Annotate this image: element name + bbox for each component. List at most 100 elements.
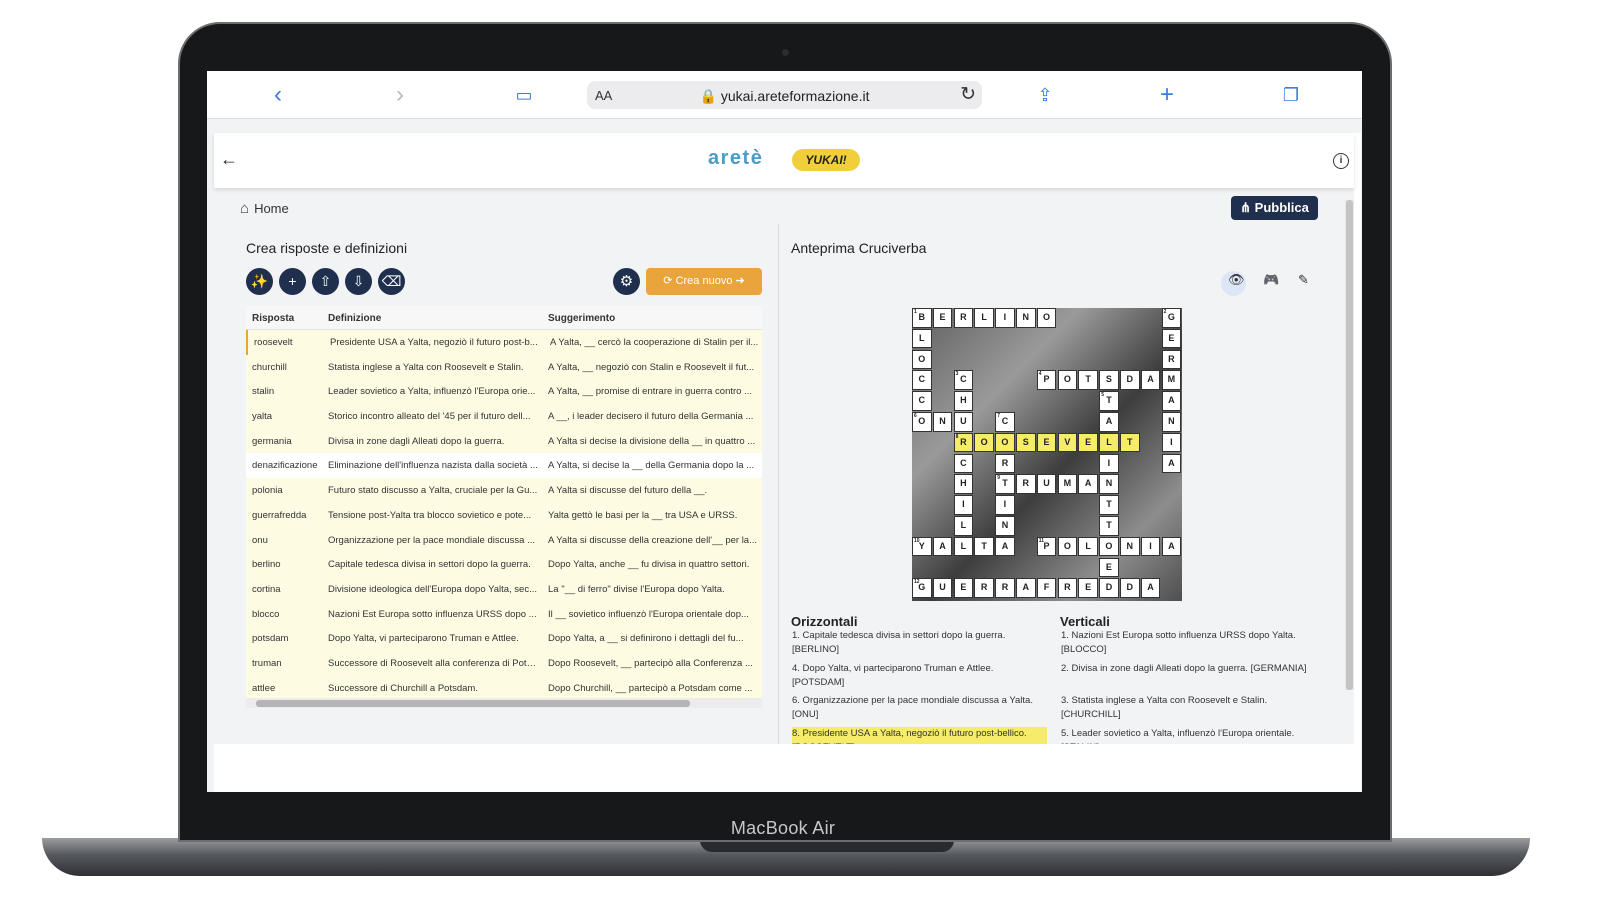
column-risposta[interactable]: Risposta: [252, 313, 324, 324]
crossword-cell[interactable]: C: [912, 370, 932, 390]
crossword-cell[interactable]: A: [1161, 536, 1182, 557]
clue-item[interactable]: 6. Organizzazione per la pace mondiale d…: [792, 694, 1047, 722]
crossword-cell[interactable]: R: [974, 578, 994, 598]
breadcrumb[interactable]: ⌂ Home: [240, 200, 289, 217]
cell-hint[interactable]: Dopo Roosevelt, __ partecipò alla Confer…: [548, 658, 758, 669]
crossword-cell[interactable]: D: [1120, 370, 1140, 390]
crossword-cell[interactable]: T: [1120, 432, 1140, 453]
crossword-cell[interactable]: I: [1140, 536, 1161, 557]
crossword-cell[interactable]: G 12: [912, 578, 932, 598]
crossword-cell[interactable]: I: [995, 495, 1015, 515]
table-row[interactable]: blocco Nazioni Est Europa sotto influenza…: [246, 601, 762, 627]
crossword-cell[interactable]: A: [1078, 474, 1098, 494]
crossword-cell[interactable]: U: [1036, 474, 1057, 494]
table-row[interactable]: potsdam Dopo Yalta, vi parteciparono Trum…: [246, 626, 762, 651]
crossword-cell[interactable]: A: [1016, 578, 1036, 598]
table-scrollbar[interactable]: [246, 698, 762, 708]
crossword-cell[interactable]: H: [953, 474, 974, 494]
cell-definition[interactable]: Eliminazione dell'influenza nazista dall…: [328, 460, 538, 471]
crossword-cell[interactable]: C7: [995, 412, 1015, 432]
clue-item[interactable]: 1. Capitale tedesca divisa in settori do…: [792, 629, 1047, 657]
cell-hint[interactable]: A Yalta si discusse del futuro della __.: [548, 485, 758, 496]
crossword-cell[interactable]: T9: [995, 474, 1015, 494]
crossword-cell[interactable]: Y 10: [912, 536, 932, 557]
crossword-cell[interactable]: N: [1099, 474, 1119, 494]
cell-answer[interactable]: guerrafredda: [252, 510, 324, 521]
cell-answer[interactable]: polonia: [252, 485, 324, 496]
table-row[interactable]: onu Organizzazione per la pace mondiale d…: [246, 527, 762, 553]
table-row[interactable]: yalta Storico incontro alleato del '45 pe…: [246, 404, 762, 429]
crossword-cell[interactable]: I: [1161, 432, 1182, 453]
crossword-cell[interactable]: P4: [1036, 370, 1057, 390]
crossword-cell[interactable]: T: [1099, 495, 1119, 515]
forward-icon[interactable]: ›: [388, 83, 412, 107]
crossword-cell[interactable]: A: [1099, 412, 1119, 432]
cell-hint[interactable]: Dopo Churchill, __ partecipò a Potsdam c…: [548, 683, 758, 694]
crossword-cell[interactable]: F: [1036, 578, 1057, 598]
cell-answer[interactable]: blocco: [252, 609, 324, 620]
cell-answer[interactable]: onu: [252, 535, 324, 546]
crossword-cell[interactable]: R: [1057, 578, 1078, 598]
clue-item[interactable]: 4. Dopo Yalta, vi parteciparono Truman e…: [792, 662, 1047, 690]
cell-hint[interactable]: A Yalta si discusse della creazione dell…: [548, 535, 758, 546]
crossword-cell[interactable]: A: [995, 536, 1015, 557]
address-bar[interactable]: AA 🔒 yukai.areteformazione.it ↻: [587, 81, 982, 109]
cell-answer[interactable]: potsdam: [252, 633, 324, 644]
cell-hint[interactable]: Dopo Yalta, a __ si definirono i dettagl…: [548, 633, 758, 644]
table-row[interactable]: denazificazione Eliminazione dell'influen…: [246, 453, 762, 479]
tabs-icon[interactable]: ❐: [1279, 83, 1303, 107]
crossword-cell[interactable]: O6: [912, 412, 932, 432]
crossword-cell[interactable]: L: [1099, 432, 1119, 453]
crossword-cell[interactable]: L: [912, 328, 932, 349]
crossword-cell[interactable]: I: [953, 495, 974, 515]
table-row[interactable]: attlee Successore di Churchill a Potsdam.…: [246, 675, 762, 700]
back-arrow-icon[interactable]: ←: [220, 149, 238, 170]
crossword-cell[interactable]: R8: [953, 432, 974, 453]
clue-item[interactable]: 3. Statista inglese a Yalta con Roosevel…: [1061, 694, 1316, 722]
crossword-cell[interactable]: E: [932, 308, 953, 328]
crossword-cell[interactable]: A: [1161, 453, 1182, 474]
crossword-cell[interactable]: O: [974, 432, 994, 453]
table-row[interactable]: churchill Statista inglese a Yalta con Ro…: [246, 354, 762, 380]
crossword-cell[interactable]: C3: [953, 370, 974, 390]
cell-definition[interactable]: Nazioni Est Europa sotto influenza URSS …: [328, 609, 538, 620]
cell-definition[interactable]: Presidente USA a Yalta, negoziò il futur…: [330, 337, 540, 348]
cell-hint[interactable]: A Yalta, __ negoziò con Stalin e Rooseve…: [548, 362, 758, 373]
share-icon[interactable]: ⇪: [1033, 83, 1057, 107]
table-row[interactable]: truman Successore di Roosevelt alla confe…: [246, 650, 762, 676]
crossword-cell[interactable]: O: [1057, 370, 1078, 390]
crossword-cell[interactable]: N: [1120, 536, 1140, 557]
clue-item[interactable]: 1. Nazioni Est Europa sotto influenza UR…: [1061, 629, 1316, 657]
crossword-cell[interactable]: B1: [912, 308, 932, 328]
crossword-cell[interactable]: R: [995, 578, 1015, 598]
crossword-cell[interactable]: A: [1161, 391, 1182, 411]
table-row[interactable]: guerrafredda Tensione post-Yalta tra bloc…: [246, 502, 762, 528]
crossword-cell[interactable]: R: [1161, 349, 1182, 370]
table-row[interactable]: stalin Leader sovietico a Yalta, influenz…: [246, 379, 762, 405]
crossword-cell[interactable]: D: [1099, 578, 1119, 598]
crossword-cell[interactable]: L: [1078, 536, 1098, 557]
cell-definition[interactable]: Statista inglese a Yalta con Roosevelt e…: [328, 362, 538, 373]
gamepad-icon[interactable]: 🎮: [1263, 272, 1279, 288]
crossword-cell[interactable]: U: [932, 578, 953, 598]
crossword-cell[interactable]: M: [1057, 474, 1078, 494]
cell-definition[interactable]: Divisa in zone dagli Alleati dopo la gue…: [328, 436, 538, 447]
crossword-cell[interactable]: E: [1161, 328, 1182, 349]
crossword-cell[interactable]: A: [1140, 370, 1161, 390]
crossword-cell[interactable]: O: [995, 432, 1015, 453]
crossword-cell[interactable]: O: [1057, 536, 1078, 557]
cell-answer[interactable]: truman: [252, 658, 324, 669]
crossword-cell[interactable]: L: [953, 536, 974, 557]
crossword-cell[interactable]: I: [995, 308, 1015, 328]
breadcrumb-home[interactable]: Home: [254, 201, 289, 216]
crossword-cell[interactable]: G2: [1161, 308, 1182, 328]
bookmarks-icon[interactable]: ▭: [512, 83, 536, 107]
cell-definition[interactable]: Leader sovietico a Yalta, influenzò l'Eu…: [328, 386, 538, 397]
cell-answer[interactable]: yalta: [252, 411, 324, 422]
clue-item[interactable]: 2. Divisa in zone dagli Alleati dopo la …: [1061, 662, 1316, 676]
crossword-cell[interactable]: E: [1036, 432, 1057, 453]
page-scrollbar[interactable]: [1345, 200, 1354, 690]
upload-button[interactable]: ⇧: [312, 268, 339, 295]
table-row[interactable]: polonia Futuro stato discusso a Yalta, cr…: [246, 478, 762, 503]
crossword-cell[interactable]: D: [1120, 578, 1140, 598]
